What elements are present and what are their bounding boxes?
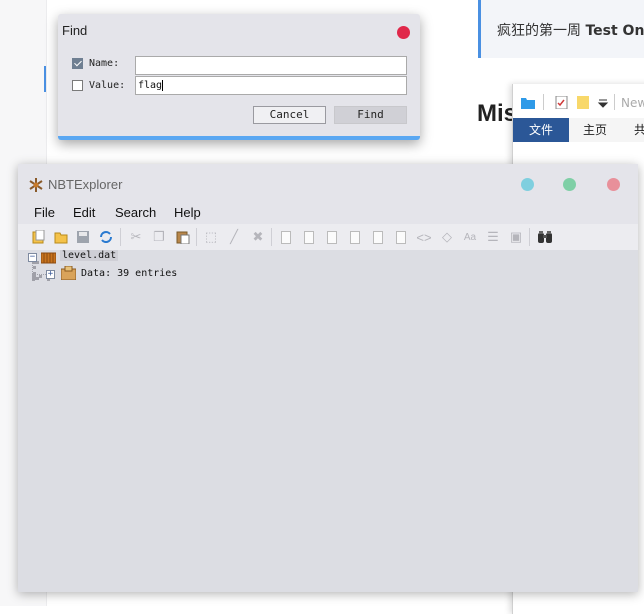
nbt-file-icon [41, 252, 56, 264]
qat-separator [614, 94, 615, 110]
toolbar-separator [196, 228, 197, 246]
add-compound-icon[interactable]: ▣ [507, 228, 525, 246]
collapse-toggle[interactable]: − [28, 253, 37, 262]
compound-tag-icon [61, 266, 76, 280]
save-icon[interactable] [74, 228, 92, 246]
add-int-array-icon[interactable]: ◇ [438, 228, 456, 246]
find-icon[interactable] [536, 228, 554, 246]
delete-icon[interactable]: ✖ [249, 228, 267, 246]
toolbar-separator [271, 228, 272, 246]
add-string-icon[interactable]: Aa [461, 228, 479, 246]
folder-icon[interactable] [521, 96, 535, 109]
text-caret [162, 79, 164, 91]
toolbar-separator [120, 228, 121, 246]
tree-node-data[interactable]: Data: 39 entries [81, 268, 177, 279]
copy-icon[interactable]: ❐ [150, 228, 168, 246]
properties-icon[interactable] [555, 96, 569, 109]
toolbar: ✂ ❐ ⬚ ╱ ✖ <> ◇ Aa ☰ ▣ [18, 224, 638, 250]
name-checkbox[interactable] [72, 58, 83, 69]
find-dialog: Find Name: Value: flag Cancel Find [58, 14, 420, 140]
menu-edit[interactable]: Edit [73, 205, 95, 220]
quick-access-toolbar: New [513, 84, 644, 118]
background-sidebar-accent [44, 66, 46, 92]
qat-separator [543, 94, 544, 110]
add-byte-array-icon[interactable]: <> [415, 228, 433, 246]
close-button[interactable] [397, 26, 410, 39]
refresh-icon[interactable] [97, 228, 115, 246]
add-int-icon[interactable] [323, 228, 341, 246]
rename-icon[interactable]: ⬚ [202, 228, 220, 246]
find-dialog-accent-bar [58, 136, 420, 140]
toolbar-separator [529, 228, 530, 246]
add-long-icon[interactable] [346, 228, 364, 246]
name-label: Name: [89, 58, 120, 69]
add-float-icon[interactable] [369, 228, 387, 246]
menu-search[interactable]: Search [115, 205, 156, 220]
add-list-icon[interactable]: ☰ [484, 228, 502, 246]
cancel-button[interactable]: Cancel [253, 106, 326, 124]
tree-node-root[interactable]: level.dat [60, 250, 119, 261]
nbt-tree-view[interactable]: − level.dat + Data: 39 entries [18, 250, 638, 592]
add-short-icon[interactable] [300, 228, 318, 246]
nbtexplorer-window: NBTExplorer File Edit Search Help ✂ ❐ ⬚ … [18, 164, 638, 592]
background-banner-text: 疯狂的第一周 Test On [497, 23, 644, 39]
minimize-button[interactable] [521, 178, 534, 191]
edit-icon[interactable]: ╱ [225, 228, 243, 246]
find-button[interactable]: Find [334, 106, 407, 124]
new-folder-icon[interactable] [576, 96, 590, 109]
value-label: Value: [89, 80, 126, 91]
ribbon-tabs: 文件 主页 共 [513, 118, 644, 142]
value-input-text: flag [138, 80, 163, 91]
ribbon-tab-file[interactable]: 文件 [513, 118, 569, 142]
background-heading: Mis [477, 100, 518, 127]
name-input[interactable] [135, 56, 407, 75]
add-byte-icon[interactable] [277, 228, 295, 246]
value-input[interactable]: flag [135, 76, 407, 95]
chevron-down-icon[interactable] [596, 96, 610, 109]
nbtexplorer-logo-icon [29, 178, 43, 192]
menu-help[interactable]: Help [174, 205, 201, 220]
maximize-button[interactable] [563, 178, 576, 191]
ribbon-tab-home[interactable]: 主页 [573, 118, 617, 142]
close-button[interactable] [607, 178, 620, 191]
open-file-icon[interactable] [30, 228, 48, 246]
new-label: New [621, 96, 644, 110]
window-title: NBTExplorer [48, 177, 123, 192]
value-checkbox[interactable] [72, 80, 83, 91]
open-folder-icon[interactable] [52, 228, 70, 246]
ribbon-tab-share[interactable]: 共 [627, 118, 644, 142]
menu-bar: File Edit Search Help [18, 200, 638, 224]
add-double-icon[interactable] [392, 228, 410, 246]
paste-icon[interactable] [174, 228, 192, 246]
find-dialog-title: Find [62, 23, 88, 38]
menu-file[interactable]: File [34, 205, 55, 220]
cut-icon[interactable]: ✂ [127, 228, 145, 246]
expand-toggle[interactable]: + [46, 270, 55, 279]
background-banner: 疯狂的第一周 Test On [478, 0, 644, 58]
